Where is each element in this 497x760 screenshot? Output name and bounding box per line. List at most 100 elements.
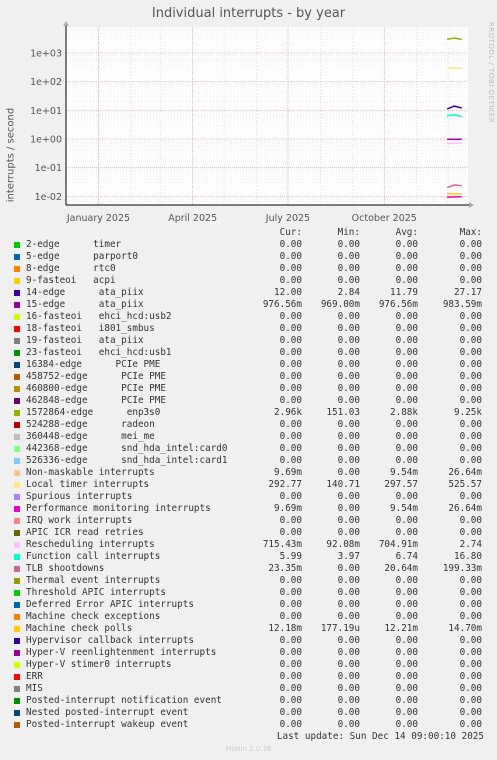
legend-max-value: 0.00: [459, 383, 482, 394]
legend-swatch: [14, 326, 20, 332]
legend-max-value: 983.59m: [442, 299, 482, 310]
legend-max-value: 26.64m: [448, 467, 482, 478]
legend-cur-value: 0.00: [279, 431, 302, 442]
y-axis-arrow: [63, 21, 69, 26]
legend-label: Threshold APIC interrupts: [26, 587, 166, 598]
legend-avg-value: 0.00: [395, 647, 418, 658]
legend-min-value: 0.00: [337, 431, 360, 442]
legend-avg-value: 0.00: [395, 695, 418, 706]
legend-row: 9-fasteoi acpi 0.00 0.00 0.00 0.00: [0, 275, 497, 287]
legend-swatch: [14, 674, 20, 680]
legend-avg-value: 0.00: [395, 239, 418, 250]
legend-max-value: 0.00: [459, 527, 482, 538]
legend-min-value: 0.00: [337, 695, 360, 706]
legend-label: TLB shootdowns: [26, 563, 105, 574]
legend-min-value: 0.00: [337, 611, 360, 622]
legend-cur-value: 9.69m: [274, 503, 302, 514]
legend-cur-value: 0.00: [279, 695, 302, 706]
legend-swatch: [14, 698, 20, 704]
legend-min-value: 0.00: [337, 335, 360, 346]
legend-label: Spurious interrupts: [26, 491, 133, 502]
legend-max-value: 0.00: [459, 275, 482, 286]
legend-cur-value: 0.00: [279, 347, 302, 358]
legend-row: Hyper-V stimer0 interrupts 0.00 0.00 0.00 0.…: [0, 659, 497, 671]
legend-avg-value: 9.54m: [390, 467, 418, 478]
legend-avg-value: 0.00: [395, 251, 418, 262]
legend-swatch: [14, 638, 20, 644]
legend-max-value: 0.00: [459, 251, 482, 262]
legend-row: 8-edge rtc0 0.00 0.00 0.00 0.00: [0, 263, 497, 275]
legend-avg-value: 0.00: [395, 431, 418, 442]
legend-row: Threshold APIC interrupts 0.00 0.00 0.00 0.0…: [0, 587, 497, 599]
legend-swatch: [14, 566, 20, 572]
legend-max-value: 0.00: [459, 695, 482, 706]
legend-cur-value: 0.00: [279, 275, 302, 286]
legend-min-value: 0.00: [337, 491, 360, 502]
legend-avg-value: 0.00: [395, 347, 418, 358]
legend-avg-value: 0.00: [395, 719, 418, 730]
legend-avg-value: 0.00: [395, 359, 418, 370]
legend-avg-value: 0.00: [395, 311, 418, 322]
legend-cur-value: 0.00: [279, 683, 302, 694]
legend-label: Posted-interrupt notification event: [26, 695, 222, 706]
legend-max-value: 14.70m: [448, 623, 482, 634]
legend-label: 15-edge ata_piix: [26, 299, 144, 310]
legend-swatch: [14, 266, 20, 272]
legend-min-value: 0.00: [337, 311, 360, 322]
legend-label: 16384-edge PCIe PME: [26, 359, 161, 370]
legend-swatch: [14, 242, 20, 248]
x-axis-arrow: [469, 202, 474, 208]
legend-min-value: 0.00: [337, 371, 360, 382]
legend-cur-value: 0.00: [279, 263, 302, 274]
legend-avg-value: 0.00: [395, 683, 418, 694]
legend-max-value: 0.00: [459, 683, 482, 694]
legend-cur-value: 0.00: [279, 311, 302, 322]
legend-swatch: [14, 314, 20, 320]
legend-cur-value: 0.00: [279, 359, 302, 370]
legend-cur-value: 12.00: [274, 287, 302, 298]
legend-cur-value: 0.00: [279, 371, 302, 382]
legend-label: Hypervisor callback interrupts: [26, 635, 194, 646]
legend-swatch: [14, 590, 20, 596]
legend-row: 1572864-edge enp3s0 2.96k 151.03 2.88k 9.25k: [0, 407, 497, 419]
legend-min-value: 0.00: [337, 323, 360, 334]
legend-row: Posted-interrupt notification event 0.00 0…: [0, 695, 497, 707]
legend-row: 360448-edge mei_me 0.00 0.00 0.00 0.00: [0, 431, 497, 443]
legend-label: 19-fasteoi ata_piix: [26, 335, 144, 346]
legend-row: Hypervisor callback interrupts 0.00 0.00 0.…: [0, 635, 497, 647]
legend-cur-value: 0.00: [279, 239, 302, 250]
legend-avg-value: 0.00: [395, 659, 418, 670]
last-update: Last update: Sun Dec 14 09:00:10 2025: [276, 731, 484, 742]
y-tick-label: 1e+01: [30, 106, 62, 117]
legend-min-value: 0.00: [337, 647, 360, 658]
legend-max-value: 0.00: [459, 419, 482, 430]
legend-swatch: [14, 614, 20, 620]
y-tick-label: 1e+03: [30, 48, 62, 59]
legend-max-value: 0.00: [459, 239, 482, 250]
chart-plot: 1e-02 1e-01 1e+00 1e+01 1e+02 1e+03 January 20…: [30, 21, 474, 224]
legend-avg-value: 976.56m: [378, 299, 418, 310]
legend-max-value: 0.00: [459, 323, 482, 334]
legend-swatch: [14, 302, 20, 308]
legend-label: 14-edge ata_piix: [26, 287, 144, 298]
legend-min-value: 0.00: [337, 719, 360, 730]
legend-avg-value: 0.00: [395, 395, 418, 406]
legend-row: Deferred Error APIC interrupts 0.00 0.00 0.…: [0, 599, 497, 611]
legend-min-value: 0.00: [337, 263, 360, 274]
legend-label: 460800-edge PCIe PME: [26, 383, 166, 394]
legend-max-value: 0.00: [459, 719, 482, 730]
legend-label: Nested posted-interrupt event: [26, 707, 189, 718]
legend-avg-value: 12.21m: [384, 623, 418, 634]
legend-label: Performance monitoring interrupts: [26, 503, 211, 514]
legend-cur-value: 0.00: [279, 527, 302, 538]
legend-max-value: 0.00: [459, 359, 482, 370]
legend-max-value: 0.00: [459, 347, 482, 358]
legend-label: Local timer interrupts: [26, 479, 150, 490]
legend-swatch: [14, 602, 20, 608]
legend-min-value: 0.00: [337, 443, 360, 454]
legend-row: Thermal event interrupts 0.00 0.00 0.00 0.00: [0, 575, 497, 587]
legend-label: MIS: [26, 683, 43, 694]
legend-row: 16-fasteoi ehci_hcd:usb2 0.00 0.00 0.00 0.00: [0, 311, 497, 323]
legend-label: Thermal event interrupts: [26, 575, 161, 586]
legend-swatch: [14, 374, 20, 380]
